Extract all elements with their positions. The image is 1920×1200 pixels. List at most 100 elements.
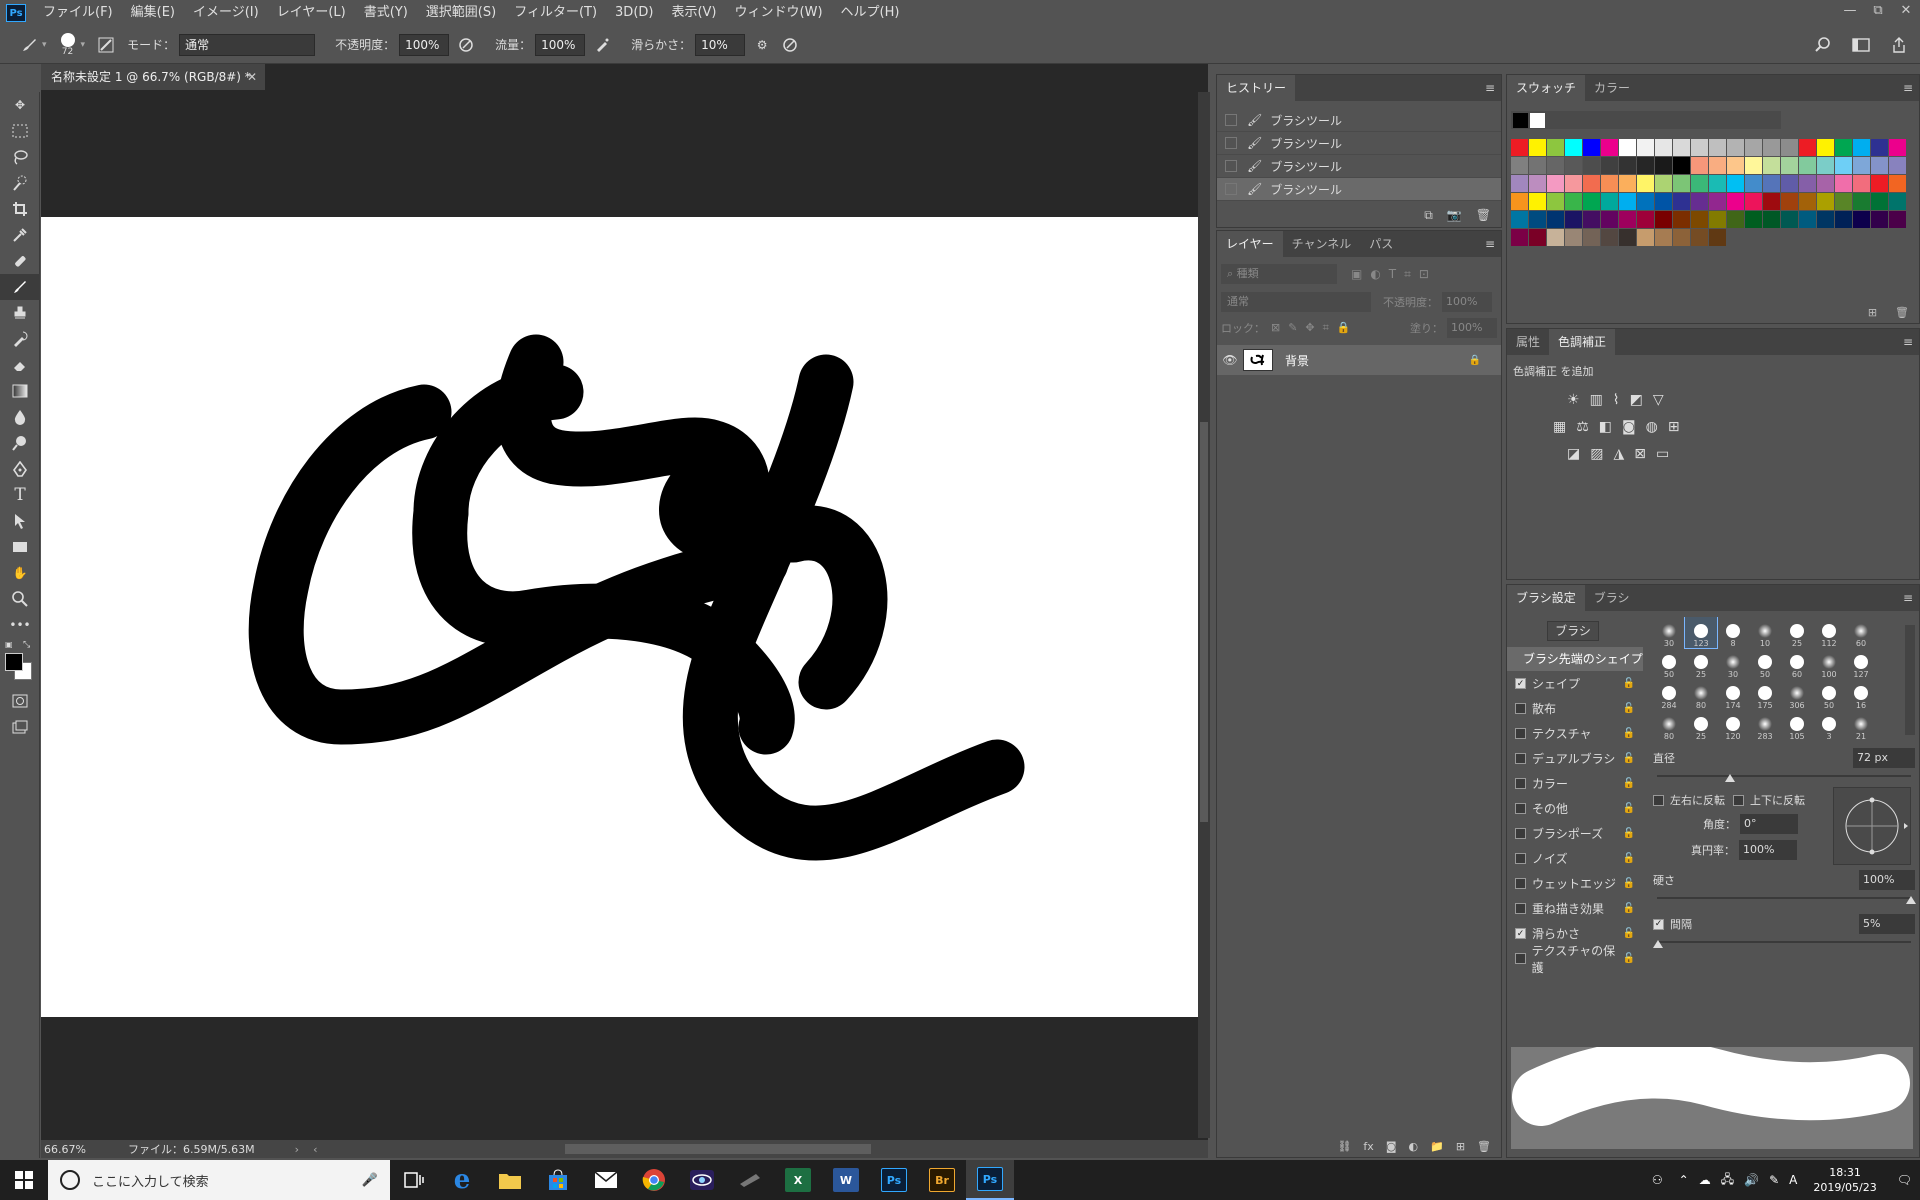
zoom-level[interactable]: 66.67% — [44, 1143, 108, 1156]
vibrance-icon[interactable]: ▽ — [1653, 392, 1674, 408]
onedrive-icon[interactable]: ☁ — [1699, 1173, 1711, 1187]
tab-paths[interactable]: パス — [1360, 231, 1402, 257]
chevron-down-icon[interactable]: ▾ — [81, 40, 86, 50]
brush-preset[interactable]: 8 — [1717, 617, 1749, 648]
pen-tool-icon[interactable] — [0, 456, 40, 482]
microphone-icon[interactable]: 🎤 — [362, 1173, 378, 1188]
quick-select-tool-icon[interactable] — [0, 170, 40, 196]
color-swatch[interactable] — [1745, 175, 1762, 192]
brush-preset[interactable]: 50 — [1749, 648, 1781, 679]
menu-select[interactable]: 選択範囲(S) — [417, 0, 505, 26]
brush-preset[interactable]: 174 — [1717, 679, 1749, 710]
people-icon[interactable]: ⚇ — [1652, 1173, 1663, 1187]
color-swatch[interactable] — [1547, 157, 1564, 174]
lock-icon[interactable]: 🔓 — [1623, 753, 1635, 764]
color-swatch[interactable] — [1709, 211, 1726, 228]
link-layers-icon[interactable]: ⛓ — [1337, 1140, 1351, 1153]
trash-icon[interactable]: 🗑 — [1476, 208, 1491, 223]
color-swatch[interactable] — [1511, 175, 1528, 192]
tab-brushes[interactable]: ブラシ — [1585, 585, 1639, 611]
brush-preset[interactable]: 127 — [1845, 648, 1877, 679]
move-tool-icon[interactable]: ✥ — [0, 92, 40, 118]
color-swatch[interactable] — [1727, 211, 1744, 228]
brush-preset[interactable]: 50 — [1653, 648, 1685, 679]
color-swatch[interactable] — [1709, 157, 1726, 174]
color-swatch[interactable] — [1691, 139, 1708, 156]
type-tool-icon[interactable]: T — [0, 482, 40, 508]
color-swatch[interactable] — [1547, 211, 1564, 228]
photoshop-active-taskbar-icon[interactable]: Ps — [966, 1160, 1014, 1200]
brush-option-checkbox[interactable] — [1515, 803, 1526, 814]
lock-icon[interactable]: 🔓 — [1623, 778, 1635, 789]
brush-option-checkbox[interactable] — [1515, 778, 1526, 789]
color-swatch[interactable] — [1529, 211, 1546, 228]
invert-icon[interactable]: ◪ — [1567, 446, 1590, 462]
layer-filter-icons[interactable]: ▣◐T⌗⊡ — [1351, 267, 1437, 282]
color-swatch[interactable] — [1583, 229, 1600, 246]
menu-window[interactable]: ウィンドウ(W) — [726, 0, 832, 26]
brush-option-checkbox[interactable] — [1515, 703, 1526, 714]
color-swatch[interactable] — [1817, 193, 1834, 210]
clock[interactable]: 18:31 2019/05/23 — [1813, 1165, 1876, 1195]
workspace-icon[interactable] — [1850, 34, 1872, 56]
brush-preset[interactable]: 80 — [1653, 710, 1685, 741]
eye-icon[interactable]: 👁 — [1217, 353, 1243, 367]
color-swatch[interactable] — [1853, 175, 1870, 192]
share-icon[interactable] — [1888, 34, 1910, 56]
color-swatch[interactable] — [1583, 211, 1600, 228]
color-swatch[interactable] — [1691, 211, 1708, 228]
color-swatch[interactable] — [1565, 139, 1582, 156]
color-swatch[interactable] — [1889, 175, 1906, 192]
task-view-icon[interactable] — [390, 1160, 438, 1200]
menu-image[interactable]: イメージ(I) — [184, 0, 268, 26]
ime-indicator[interactable]: A — [1789, 1173, 1797, 1187]
brush-preset[interactable]: 112 — [1813, 617, 1845, 648]
brush-preset[interactable]: 306 — [1781, 679, 1813, 710]
color-swatch[interactable] — [1583, 175, 1600, 192]
color-swatch[interactable] — [1853, 139, 1870, 156]
minimize-button[interactable]: — — [1836, 0, 1864, 26]
menu-filter[interactable]: フィルター(T) — [505, 0, 606, 26]
menu-view[interactable]: 表示(V) — [662, 0, 725, 26]
color-swatch[interactable] — [1619, 229, 1636, 246]
flow-input[interactable]: 100% — [535, 33, 586, 56]
hardness-slider[interactable] — [1657, 893, 1916, 905]
document-tab[interactable]: 名称未設定 1 @ 66.7% (RGB/8#) * ✕ — [41, 64, 265, 90]
color-swatch[interactable] — [1781, 175, 1798, 192]
color-swatch[interactable] — [1673, 139, 1690, 156]
menu-type[interactable]: 書式(Y) — [355, 0, 417, 26]
layer-mask-icon[interactable]: ◙ — [1386, 1140, 1397, 1153]
channel-mixer-icon[interactable]: ◍ — [1646, 419, 1668, 435]
tab-color[interactable]: カラー — [1585, 75, 1639, 101]
brightness-icon[interactable]: ☀ — [1567, 392, 1590, 408]
brush-preset[interactable]: 10 — [1749, 617, 1781, 648]
brush-option-item[interactable]: ウェットエッジ 🔓 — [1507, 871, 1643, 896]
panel-menu-icon[interactable]: ≡ — [1485, 237, 1495, 251]
gradient-map-icon[interactable]: ▭ — [1656, 446, 1679, 462]
network-icon[interactable]: 🖧 — [1721, 1170, 1734, 1191]
color-swatch[interactable] — [1727, 157, 1744, 174]
color-swatch[interactable] — [1619, 193, 1636, 210]
layer-row-background[interactable]: 👁 背景 🔒 — [1217, 345, 1501, 375]
color-swatch[interactable] — [1637, 193, 1654, 210]
color-swatch[interactable] — [1529, 157, 1546, 174]
lock-icon[interactable]: 🔓 — [1623, 853, 1635, 864]
color-swatch[interactable] — [1835, 193, 1852, 210]
history-item[interactable]: 🖌 ブラシツール — [1217, 132, 1501, 155]
restore-button[interactable]: ⧉ — [1864, 0, 1892, 26]
brush-preset[interactable]: 25 — [1685, 648, 1717, 679]
color-swatch[interactable] — [1781, 211, 1798, 228]
posterize-icon[interactable]: ▨ — [1590, 446, 1613, 462]
lock-icons[interactable]: ⊠✎✥⌗🔒 — [1271, 321, 1359, 335]
color-swatch[interactable] — [1655, 157, 1672, 174]
brush-preset[interactable]: 60 — [1845, 617, 1877, 648]
brush-preset[interactable]: 50 — [1813, 679, 1845, 710]
tab-channels[interactable]: チャンネル — [1283, 231, 1361, 257]
clone-stamp-tool-icon[interactable] — [0, 300, 40, 326]
color-swatch[interactable] — [1637, 229, 1654, 246]
brush-preset[interactable]: 80 — [1685, 679, 1717, 710]
color-swatch[interactable] — [1655, 211, 1672, 228]
color-swatch[interactable] — [1601, 175, 1618, 192]
tab-brush-settings[interactable]: ブラシ設定 — [1507, 585, 1585, 611]
history-item-current[interactable]: 🖌 ブラシツール — [1217, 178, 1501, 201]
